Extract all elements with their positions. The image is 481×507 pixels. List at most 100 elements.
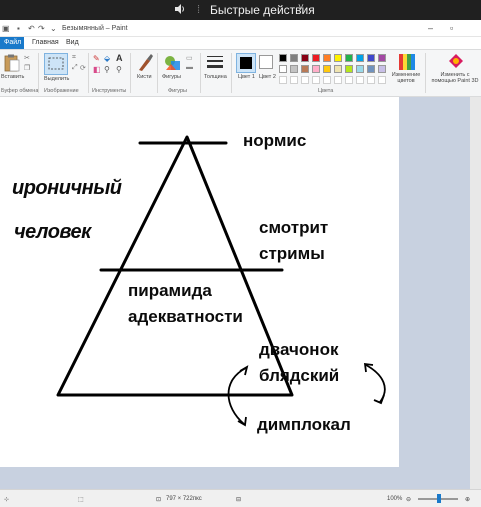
color2-button[interactable]	[259, 55, 273, 69]
palette-swatch[interactable]	[334, 65, 342, 73]
paint3d-label[interactable]: Изменить с помощью Paint 3D	[429, 72, 481, 84]
ribbon-divider	[231, 53, 232, 93]
palette-swatch[interactable]	[345, 65, 353, 73]
vertical-scrollbar[interactable]	[470, 97, 481, 489]
palette-swatch[interactable]	[367, 65, 375, 73]
color2-label[interactable]: Цвет 2	[259, 74, 276, 80]
palette-custom-slot[interactable]	[356, 76, 364, 84]
palette-swatch[interactable]	[367, 54, 375, 62]
ribbon-tabs: Файл Главная Вид	[0, 37, 481, 49]
shapes-icon[interactable]	[163, 53, 183, 73]
overlay-separator: ⁞	[197, 4, 201, 16]
maximize-icon[interactable]: ▫	[450, 23, 453, 33]
tab-view[interactable]: Вид	[60, 37, 85, 49]
zoom-slider-thumb[interactable]	[437, 494, 441, 503]
palette-custom-slot[interactable]	[279, 76, 287, 84]
select-button[interactable]	[44, 53, 68, 75]
workspace: нормис ироничный человек смотрит стримы …	[0, 97, 481, 489]
palette-swatch[interactable]	[290, 65, 298, 73]
customize-qa-icon[interactable]: ⌄	[50, 24, 57, 33]
palette-swatch[interactable]	[301, 54, 309, 62]
label-normis: нормис	[243, 131, 307, 150]
select-label[interactable]: Выделить	[44, 76, 69, 82]
label-ironic-1: ироничный	[12, 177, 122, 199]
text-icon[interactable]: A	[116, 53, 123, 63]
fill-shape-icon[interactable]: ▬	[186, 64, 193, 71]
palette-swatch[interactable]	[345, 54, 353, 62]
palette-swatch[interactable]	[290, 54, 298, 62]
outline-icon[interactable]: ▭	[186, 54, 193, 62]
fill-icon[interactable]: ⬙	[104, 54, 110, 63]
tools-group-label: Инструменты	[92, 88, 127, 94]
colors-group-label: Цвета	[318, 88, 334, 94]
redo-icon[interactable]: ↷	[38, 24, 45, 33]
label-dvach-2: блядский	[259, 366, 340, 385]
palette-swatch[interactable]	[356, 54, 364, 62]
cut-icon[interactable]: ✂	[24, 54, 30, 62]
palette-swatch[interactable]	[356, 65, 364, 73]
paste-label[interactable]: Вставить	[1, 74, 24, 80]
ribbon: Вставить ✂ ❐ Буфер обмена Выделить ⌗ ⤢ ⟳…	[0, 49, 481, 97]
palette-custom-slot[interactable]	[312, 76, 320, 84]
palette-swatch[interactable]	[279, 54, 287, 62]
selection-size-icon: ⬚	[78, 497, 84, 503]
paste-icon[interactable]	[4, 54, 20, 72]
label-ironic-2: человек	[14, 221, 91, 243]
copy-icon[interactable]: ❐	[24, 64, 30, 72]
tab-file[interactable]: Файл	[0, 37, 24, 49]
palette-custom-slot[interactable]	[334, 76, 342, 84]
paint3d-icon[interactable]	[448, 53, 464, 69]
right-arrow	[365, 364, 386, 403]
chevron-down-icon[interactable]: ˅	[298, 2, 304, 13]
palette-swatch[interactable]	[378, 65, 386, 73]
edit-colors-icon[interactable]	[398, 53, 416, 71]
zoom-out-icon[interactable]: ⊖	[406, 496, 411, 503]
ribbon-divider	[38, 53, 39, 93]
brushes-icon[interactable]	[136, 53, 154, 73]
magnifier-icon[interactable]: ⚲	[116, 65, 122, 74]
label-pyramid-2: адекватности	[128, 307, 243, 326]
edit-colors-label[interactable]: Изменение цветов	[390, 72, 422, 84]
palette-custom-slot[interactable]	[378, 76, 386, 84]
tab-home[interactable]: Главная	[26, 37, 65, 49]
screen: ⁞ Быстрые действия ˅ ▣ ▪ ↶ ↷ ⌄ Безымянны…	[0, 0, 481, 507]
zoom-level: 100%	[387, 496, 403, 502]
speaker-icon[interactable]	[174, 3, 186, 15]
rotate-icon[interactable]: ⟳	[80, 64, 86, 72]
palette-swatch[interactable]	[378, 54, 386, 62]
palette-custom-slot[interactable]	[290, 76, 298, 84]
paint-titlebar: ▣ ▪ ↶ ↷ ⌄ Безымянный – Paint – ▫	[0, 20, 481, 37]
label-dvach-1: двачонок	[259, 340, 339, 359]
resize-icon[interactable]: ⤢	[72, 64, 78, 72]
ribbon-divider	[425, 53, 426, 93]
color1-button[interactable]	[236, 53, 256, 73]
pencil-icon[interactable]: ✎	[93, 54, 100, 63]
clipboard-group-label: Буфер обмена	[1, 88, 39, 94]
brushes-label[interactable]: Кисти	[137, 74, 152, 80]
palette-swatch[interactable]	[334, 54, 342, 62]
status-bar: ⊹ ⬚ ⊡ 797 × 722пкс ⊟ 100% ⊖ ⊕	[0, 489, 481, 507]
palette-custom-slot[interactable]	[345, 76, 353, 84]
palette-swatch[interactable]	[323, 54, 331, 62]
save-icon[interactable]: ▪	[17, 24, 20, 33]
palette-custom-slot[interactable]	[367, 76, 375, 84]
drawing-canvas[interactable]: нормис ироничный человек смотрит стримы …	[0, 97, 399, 467]
minimize-icon[interactable]: –	[428, 23, 433, 33]
color-picker-icon[interactable]: ⚲	[104, 65, 110, 74]
palette-swatch[interactable]	[312, 54, 320, 62]
palette-custom-slot[interactable]	[301, 76, 309, 84]
size-icon[interactable]	[206, 54, 224, 70]
zoom-in-icon[interactable]: ⊕	[465, 496, 470, 503]
crop-icon[interactable]: ⌗	[72, 54, 76, 62]
palette-swatch[interactable]	[301, 65, 309, 73]
size-label[interactable]: Толщина	[204, 74, 227, 80]
eraser-icon[interactable]: ◧	[93, 65, 101, 74]
palette-custom-slot[interactable]	[323, 76, 331, 84]
color1-label[interactable]: Цвет 1	[238, 74, 255, 80]
palette-swatch[interactable]	[312, 65, 320, 73]
undo-icon[interactable]: ↶	[28, 24, 35, 33]
paint-app-icon: ▣	[2, 24, 10, 33]
shapes-label[interactable]: Фигуры	[162, 74, 181, 80]
palette-swatch[interactable]	[279, 65, 287, 73]
palette-swatch[interactable]	[323, 65, 331, 73]
